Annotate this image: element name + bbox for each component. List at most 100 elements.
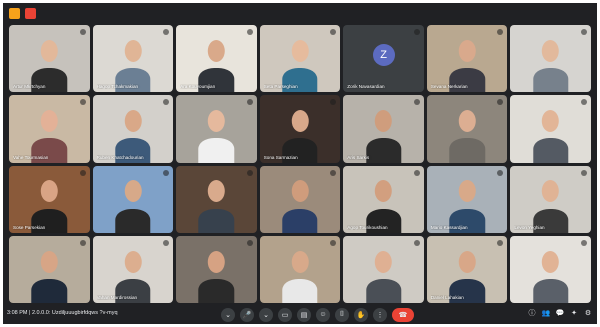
activities-icon[interactable]: ✦ [569,308,579,318]
mic-status-icon [163,169,170,176]
microphone-icon[interactable]: 🎤 [240,307,254,322]
participant-name: Ara Kouyoumjian [180,84,216,90]
end-call-icon[interactable]: ☎ [392,307,414,322]
chat-icon[interactable]: 💬 [555,308,565,318]
mic-status-icon [580,169,587,176]
participant-tile[interactable]: Aris Sarkis [343,95,424,163]
mic-status-icon [163,29,170,35]
present-icon[interactable]: ⌷ [335,307,349,322]
raise-hand-icon[interactable]: ✋ [354,307,368,322]
side-panel-controls: ⓘ 👥 💬 ✦ ⚙ [527,308,593,318]
mic-status-icon [163,239,170,246]
mic-status-icon [413,99,420,106]
camera-icon[interactable]: ▭ [278,307,292,322]
participant-name: Zorik Navasardian [347,84,385,90]
participant-grid: Artur Mkrtchyan Hagop Tchakmakian Ara Kouy… [9,25,591,303]
participant-tile[interactable]: Ara Kouyoumjian [176,25,257,93]
mic-status-icon [246,169,253,176]
participant-name: Artur Mkrtchyan [13,84,46,90]
participant-tile[interactable] [510,95,591,163]
mic-status-icon [330,239,337,246]
mic-options-icon[interactable]: ⌄ [221,307,235,322]
mic-status-icon [79,99,86,106]
mic-status-icon [413,29,420,35]
participant-tile[interactable] [426,95,508,163]
mic-status-icon [79,29,86,35]
participant-tile[interactable] [92,165,174,233]
host-controls-icon[interactable]: ⚙ [583,308,593,318]
participant-tile[interactable]: Hagop Tchakmakian [92,25,174,93]
participant-name: Hagop Tchakmakian [96,84,139,90]
participant-video [115,180,151,233]
participant-tile[interactable]: Artur Mkrtchyan [9,25,90,93]
participant-tile[interactable] [176,235,257,303]
participant-tile[interactable]: Vahan Mardirossian [92,235,174,303]
participant-tile[interactable] [176,165,257,233]
participant-name: Agop Tourikoushian [347,224,388,230]
participant-video [449,110,485,163]
more-options-icon[interactable]: ⋮ [373,307,387,322]
participant-tile[interactable] [176,95,257,163]
participant-video [532,110,569,163]
mic-status-icon [246,239,253,246]
recording-indicator-icon [25,8,36,19]
mic-status-icon [246,99,253,106]
top-bar [3,3,597,23]
participant-name: Sevana Nerkarian [430,84,468,90]
participant-tile[interactable]: Sona Sarmazian [259,95,341,163]
meeting-code: | 2.0.0.0: Uzdiljuuugbirfdqws ?v-myq [29,310,118,316]
mic-status-icon [330,99,337,106]
captions-icon[interactable]: ▤ [297,307,311,322]
participant-tile[interactable] [259,165,341,233]
participant-tile[interactable]: Levon Yeghian [510,165,591,233]
participant-tile[interactable] [510,235,591,303]
people-icon[interactable]: 👥 [541,308,551,318]
participant-name: Seta Parseghian [263,84,298,90]
participant-tile[interactable] [259,235,341,303]
participant-name: Sose Parsekian [13,224,46,230]
participant-tile[interactable]: Vahe Tourmasian [9,95,90,163]
camera-options-icon[interactable]: ⌄ [259,307,273,322]
participant-avatar: Z [372,44,395,67]
participant-tile[interactable] [9,235,90,303]
participant-video [31,250,67,303]
mic-status-icon [330,29,337,35]
mic-status-icon [330,169,337,176]
participant-name: Sona Sarmazian [263,154,298,160]
meeting-info: 3:08 PM | 2.0.0.0: Uzdiljuuugbirfdqws ?v… [7,310,118,316]
meeting-window: Artur Mkrtchyan Hagop Tchakmakian Ara Kouy… [3,3,597,324]
emoji-icon[interactable]: ☺ [316,307,330,322]
participant-tile[interactable]: Sevana Nerkarian [426,25,508,93]
mic-status-icon [580,239,587,246]
mic-status-icon [246,29,253,35]
participant-tile[interactable]: Z Zorik Navasardian [343,25,424,93]
participant-tile[interactable]: Daniel Lahakian [426,235,508,303]
participant-tile[interactable] [343,235,424,303]
participant-video [532,250,569,303]
participant-video [282,180,318,233]
participant-tile[interactable]: Ruben Khatchadourian [92,95,174,163]
mic-status-icon [497,99,504,106]
mic-status-icon [497,29,504,35]
participant-name: Ruben Khatchadourian [96,154,144,160]
participant-tile[interactable]: Sose Parsekian [9,165,90,233]
call-controls: ⌄ 🎤 ⌄ ▭ ▤ ☺ ⌷ ✋ ⋮ ☎ [221,307,414,322]
mic-status-icon [79,169,86,176]
participant-video [532,39,569,93]
participant-tile[interactable]: Seta Parseghian [259,25,341,93]
mic-status-icon [163,99,170,106]
mic-status-icon [580,29,587,35]
mic-status-icon [497,239,504,246]
participant-name: Aris Sarkis [347,154,370,160]
participant-tile[interactable]: Agop Tourikoushian [343,165,424,233]
mic-status-icon [413,239,420,246]
participant-video [198,180,235,233]
participant-name: Daniel Lahakian [430,295,464,300]
mic-status-icon [79,239,86,246]
participant-video [282,250,318,303]
participant-tile[interactable] [510,25,591,93]
meeting-app-icon [9,8,20,19]
meeting-details-icon[interactable]: ⓘ [527,308,537,318]
bottom-toolbar: 3:08 PM | 2.0.0.0: Uzdiljuuugbirfdqws ?v… [3,305,597,324]
participant-tile[interactable]: Mario Kassardjian [426,165,508,233]
